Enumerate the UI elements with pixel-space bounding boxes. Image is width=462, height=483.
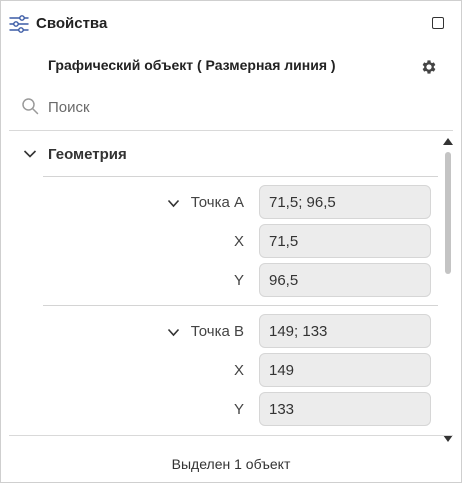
scrollbar-thumb[interactable]	[445, 152, 451, 274]
divider	[43, 176, 438, 177]
property-row-point-a: Точка A 71,5; 96,5	[1, 185, 461, 221]
properties-panel: Свойства Графический объект ( Размерная …	[0, 0, 462, 483]
property-label: Y	[233, 401, 244, 418]
property-value-field[interactable]: 96,5	[259, 263, 431, 297]
chevron-down-icon[interactable]	[167, 199, 180, 208]
property-label: Y	[233, 272, 244, 289]
property-value: 96,5	[269, 272, 299, 289]
property-value-field[interactable]: 133	[259, 392, 431, 426]
chevron-down-icon	[23, 150, 37, 158]
gear-icon[interactable]	[420, 58, 438, 76]
property-label: Точка B	[190, 323, 244, 340]
property-row-x: X 149	[1, 353, 461, 389]
property-label: X	[233, 233, 244, 250]
property-row-x: X 71,5	[1, 224, 461, 260]
scroll-up-arrow-icon[interactable]	[443, 138, 453, 145]
property-value: 149	[269, 362, 295, 379]
property-value-field[interactable]: 149; 133	[259, 314, 431, 348]
chevron-down-icon[interactable]	[167, 328, 180, 337]
search-bar	[21, 95, 441, 119]
property-label: Точка A	[190, 194, 244, 211]
selection-status: Выделен 1 объект	[171, 456, 291, 472]
property-row-y: Y 133	[1, 392, 461, 428]
property-row-y: Y 96,5	[1, 263, 461, 299]
vertical-scrollbar[interactable]	[441, 138, 455, 442]
property-value: 133	[269, 401, 295, 418]
property-value-field[interactable]: 149	[259, 353, 431, 387]
search-input[interactable]	[48, 95, 428, 119]
property-value-field[interactable]: 71,5; 96,5	[259, 185, 431, 219]
group-label: Геометрия	[48, 146, 127, 163]
scroll-down-arrow-icon[interactable]	[443, 435, 453, 442]
property-label: X	[233, 362, 244, 379]
divider	[43, 305, 438, 306]
property-value: 71,5	[269, 233, 299, 250]
panel-title: Свойства	[36, 15, 108, 32]
divider	[9, 435, 453, 436]
property-value: 149; 133	[269, 323, 328, 340]
object-title: Графический объект ( Размерная линия )	[48, 57, 336, 73]
properties-list: Геометрия Точка A 71,5; 96,5 X 71,5 Y 96…	[1, 131, 461, 434]
property-row-point-b: Точка B 149; 133	[1, 314, 461, 350]
property-value-field[interactable]: 71,5	[259, 224, 431, 258]
property-value: 71,5; 96,5	[269, 194, 336, 211]
search-icon	[22, 98, 39, 115]
maximize-icon[interactable]	[432, 17, 444, 29]
sliders-icon	[9, 15, 29, 33]
panel-header: Свойства	[1, 1, 461, 45]
